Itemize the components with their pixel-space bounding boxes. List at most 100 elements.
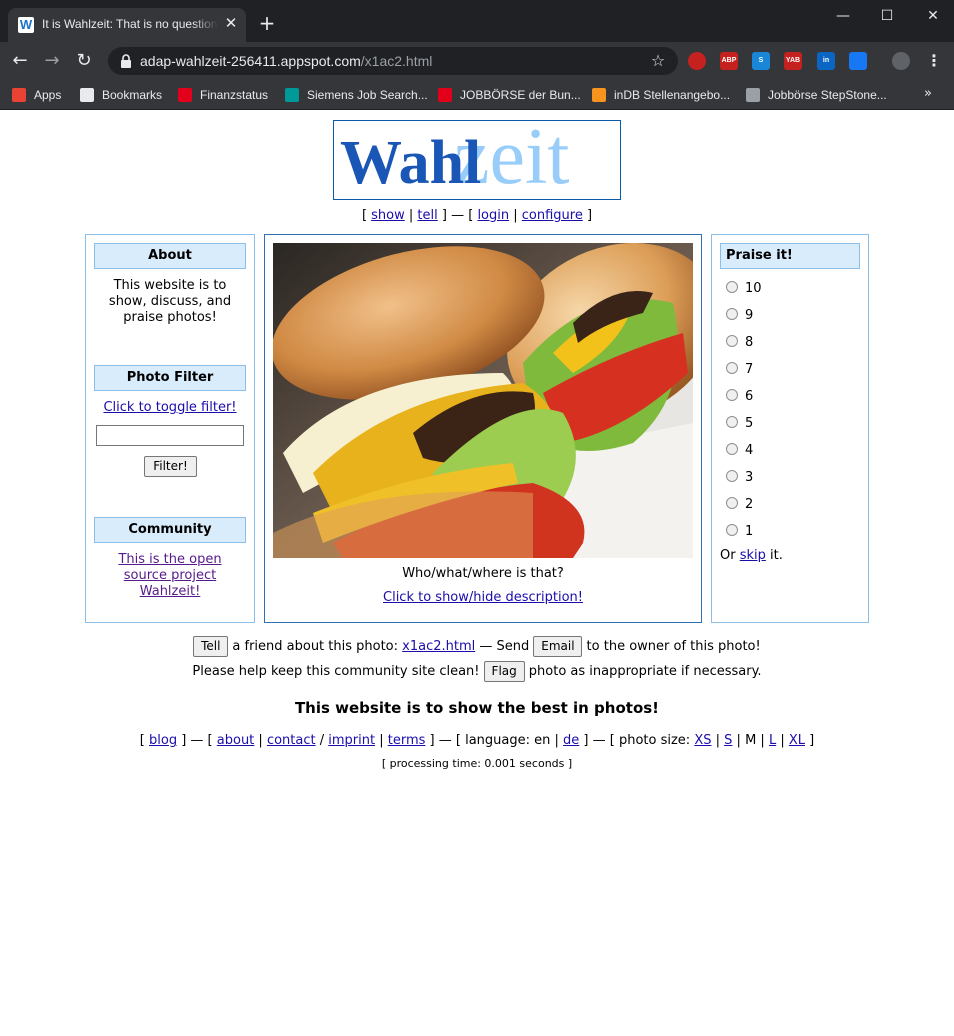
size-xl-link[interactable]: XL: [789, 733, 805, 748]
wahlzeit-logo[interactable]: zeit Wahl: [333, 120, 621, 200]
stepstone-icon: [746, 88, 760, 102]
language-label: language: en: [465, 733, 551, 748]
browser-titlebar: W It is Wahlzeit: That is no question! ✕…: [0, 0, 954, 42]
bookmark-item[interactable]: Bookmarks: [80, 86, 162, 104]
burger-photo[interactable]: [273, 243, 693, 558]
filter-input[interactable]: [96, 425, 244, 446]
about-text-line: show, discuss, and: [108, 294, 232, 309]
praise-label: 10: [745, 281, 762, 296]
filter-button[interactable]: Filter!: [144, 456, 197, 477]
email-button[interactable]: Email: [533, 636, 583, 657]
praise-radio[interactable]: [726, 362, 738, 374]
tell-line: Tell a friend about this photo: x1ac2.ht…: [0, 636, 954, 660]
processing-time: [ processing time: 0.001 seconds ]: [381, 757, 573, 770]
praise-radio[interactable]: [726, 389, 738, 401]
yab-extension-icon[interactable]: YAB: [784, 52, 802, 70]
about-text-line: This website is to: [113, 278, 227, 293]
community-link-line[interactable]: source project: [124, 568, 216, 583]
close-tab-icon[interactable]: ✕: [222, 14, 240, 32]
bookmark-label: inDB Stellenangebo...: [614, 88, 731, 102]
size-l-link[interactable]: L: [769, 733, 776, 748]
language-de-link[interactable]: de: [563, 733, 579, 748]
bookmark-item[interactable]: Siemens Job Search...: [285, 86, 428, 104]
bookmark-item[interactable]: inDB Stellenangebo...: [592, 86, 730, 104]
size-xs-link[interactable]: XS: [694, 733, 711, 748]
show-link[interactable]: show: [371, 208, 405, 223]
praise-label: 3: [745, 470, 754, 485]
configure-link[interactable]: configure: [522, 208, 583, 223]
flag-button[interactable]: Flag: [483, 661, 525, 682]
wahlzeit-favicon-icon: W: [18, 17, 34, 33]
imprint-link[interactable]: imprint: [328, 733, 375, 748]
more-bookmarks-icon[interactable]: »: [924, 86, 932, 101]
blocker-extension-icon[interactable]: [688, 52, 706, 70]
praise-label: 2: [745, 497, 754, 512]
contact-link[interactable]: contact: [267, 733, 316, 748]
blog-link[interactable]: blog: [149, 733, 177, 748]
photo-caption: Who/what/where is that?: [402, 566, 564, 581]
star-icon: [80, 88, 94, 102]
praise-label: 4: [745, 443, 754, 458]
bookmark-item[interactable]: JOBBÖRSE der Bun...: [438, 86, 581, 104]
email-text: to the owner of this photo!: [586, 639, 761, 654]
forward-arrow-icon[interactable]: →: [41, 50, 63, 72]
photo-page-link[interactable]: x1ac2.html: [402, 639, 475, 654]
tell-text: a friend about this photo:: [232, 639, 399, 654]
linkedin-extension-icon[interactable]: in: [817, 52, 835, 70]
lock-icon: [121, 54, 131, 68]
praise-label: 8: [745, 335, 754, 350]
browser-tab[interactable]: W It is Wahlzeit: That is no question! ✕: [8, 8, 246, 42]
bookmark-item[interactable]: Apps: [12, 86, 61, 104]
praise-radio[interactable]: [726, 281, 738, 293]
browser-menu-icon[interactable]: ⋮: [926, 51, 942, 71]
terms-link[interactable]: terms: [388, 733, 426, 748]
praise-radio[interactable]: [726, 524, 738, 536]
login-link[interactable]: login: [477, 208, 509, 223]
address-bar[interactable]: adap-wahlzeit-256411.appspot.com/x1ac2.h…: [108, 47, 678, 75]
minimize-window-icon[interactable]: —: [832, 6, 854, 26]
sparkasse-icon: [178, 88, 192, 102]
about-link[interactable]: about: [217, 733, 255, 748]
praise-radio[interactable]: [726, 416, 738, 428]
web-page: zeit Wahl [ show | tell ] — [ login | co…: [0, 111, 954, 1036]
flag-line: Please help keep this community site cle…: [0, 661, 954, 685]
url-path: /x1ac2.html: [360, 53, 433, 69]
profile-avatar-icon[interactable]: [892, 52, 910, 70]
or-text: Or: [720, 548, 736, 563]
back-arrow-icon[interactable]: ←: [9, 50, 31, 72]
praise-radio[interactable]: [726, 308, 738, 320]
close-window-icon[interactable]: ✕: [922, 6, 944, 26]
toggle-filter-link[interactable]: Click to toggle filter!: [103, 400, 236, 415]
flag-suffix: photo as inappropriate if necessary.: [528, 664, 762, 679]
praise-label: 6: [745, 389, 754, 404]
adblock-plus-icon[interactable]: ABP: [720, 52, 738, 70]
filter-toggle-container: Click to toggle filter!: [86, 400, 254, 416]
bookmark-item[interactable]: Finanzstatus: [178, 86, 268, 104]
new-tab-icon[interactable]: +: [256, 12, 278, 34]
bookmark-item[interactable]: Jobbörse StepStone...: [746, 86, 887, 104]
bookmark-star-icon[interactable]: ☆: [648, 51, 668, 71]
tell-link[interactable]: tell: [417, 208, 437, 223]
reload-icon[interactable]: ↻: [73, 50, 95, 72]
community-link[interactable]: This is the open source project Wahlzeit…: [86, 552, 254, 600]
messenger-extension-icon[interactable]: [849, 52, 867, 70]
photo-filter-heading: Photo Filter: [94, 365, 246, 391]
tell-button[interactable]: Tell: [193, 636, 229, 657]
toggle-description-link[interactable]: Click to show/hide description!: [383, 590, 583, 605]
description-toggle-container: Click to show/hide description!: [265, 590, 701, 606]
about-heading: About: [94, 243, 246, 269]
praise-radio[interactable]: [726, 335, 738, 347]
skype-extension-icon[interactable]: S: [752, 52, 770, 70]
bookmarks-bar: Apps Bookmarks Finanzstatus Siemens Job Sea…: [0, 80, 954, 110]
community-link-line[interactable]: Wahlzeit!: [140, 584, 201, 599]
url-text[interactable]: adap-wahlzeit-256411.appspot.com/x1ac2.h…: [140, 53, 432, 69]
size-m-current: M: [745, 733, 757, 748]
send-text: — Send: [479, 639, 530, 654]
size-s-link[interactable]: S: [724, 733, 732, 748]
praise-radio[interactable]: [726, 443, 738, 455]
praise-radio[interactable]: [726, 497, 738, 509]
community-link-line[interactable]: This is the open: [86, 552, 254, 568]
praise-radio[interactable]: [726, 470, 738, 482]
maximize-window-icon[interactable]: ☐: [876, 6, 898, 26]
skip-link[interactable]: skip: [740, 548, 766, 563]
